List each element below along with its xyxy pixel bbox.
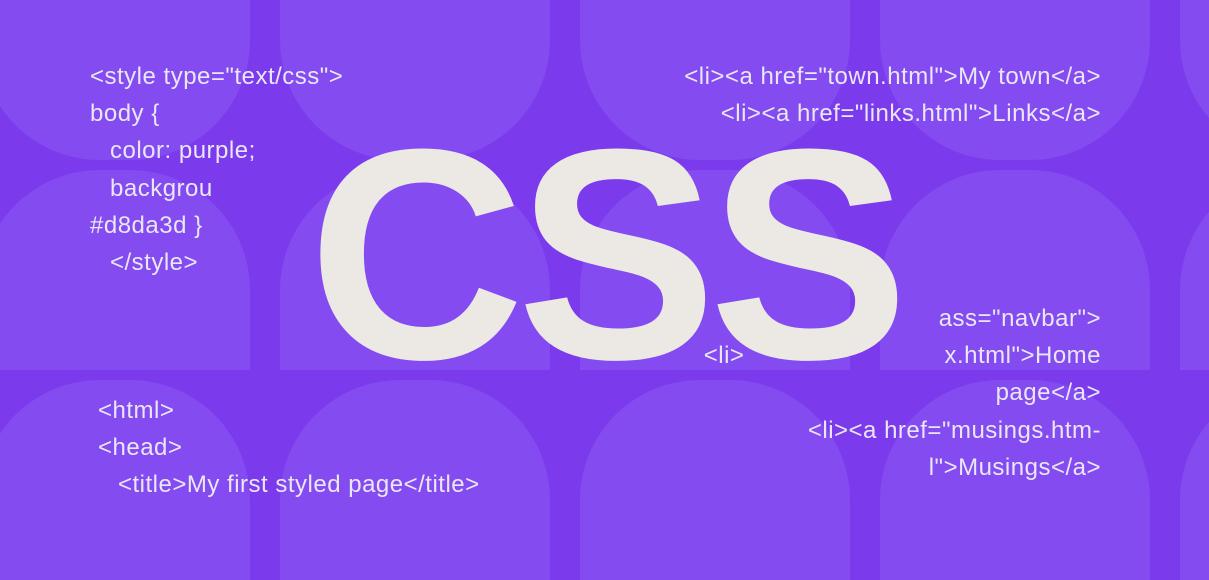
code-line: <title>My first styled page</title>	[98, 466, 480, 503]
code-line: #d8da3d }	[90, 207, 343, 244]
code-snippet-style-block: <style type="text/css"> body { color: pu…	[90, 58, 343, 281]
hero-title-css: CSS	[308, 104, 901, 404]
code-line: </style>	[90, 244, 343, 281]
code-line: l">Musings</a>	[704, 449, 1101, 486]
code-line: body {	[90, 95, 343, 132]
code-line: backgrou	[90, 170, 343, 207]
code-line: color: purple;	[90, 132, 343, 169]
code-line: <head>	[98, 429, 480, 466]
code-line: <style type="text/css">	[90, 58, 343, 95]
